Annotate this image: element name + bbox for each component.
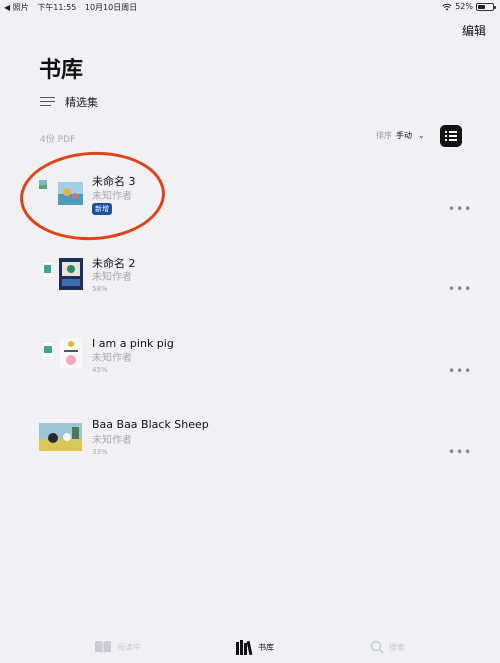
open-book-icon <box>95 640 111 653</box>
reading-progress: 58% <box>92 285 108 293</box>
tab-reading-now[interactable]: 阅读中 <box>94 640 141 654</box>
tab-label: 搜索 <box>389 642 405 652</box>
library-books-icon <box>236 640 253 655</box>
book-cover <box>39 423 82 451</box>
book-title: Baa Baa Black Sheep <box>92 418 209 431</box>
list-view-toggle[interactable] <box>440 125 462 147</box>
page-title: 书库 <box>39 58 84 83</box>
book-cover <box>59 258 83 290</box>
chevron-down-icon: ⌄ <box>418 131 425 140</box>
book-cover <box>60 338 82 368</box>
pdf-count: 4份 PDF <box>40 135 76 145</box>
book-cover-small <box>42 262 53 277</box>
list-lines-icon <box>40 96 55 108</box>
status-time: 下午11:55 <box>37 3 77 12</box>
battery-level <box>478 4 485 9</box>
tab-library[interactable]: 书库 <box>236 640 274 655</box>
battery-icon <box>476 2 496 11</box>
book-cover-small <box>42 342 54 358</box>
tab-bar: 阅读中 书库 搜索 <box>0 636 500 663</box>
tab-label: 阅读中 <box>117 642 141 652</box>
annotation-circle <box>17 148 168 244</box>
edit-button[interactable]: 编辑 <box>462 22 486 39</box>
sort-label: 排序 <box>376 131 392 140</box>
book-row[interactable]: I am a pink pig 未知作者 45% ••• <box>0 334 500 394</box>
book-author: 未知作者 <box>92 435 132 446</box>
battery-percent: 52% <box>455 2 473 11</box>
sort-value: 手动 <box>396 131 412 140</box>
status-bar: ◀ 照片 下午11:55 10月10日周日 52% <box>0 0 500 14</box>
tab-label: 书库 <box>258 643 274 652</box>
book-row[interactable]: 未命名 2 未知作者 58% ••• <box>0 252 500 312</box>
status-date: 10月10日周日 <box>84 3 138 12</box>
reading-progress: 33% <box>92 448 108 456</box>
collections-label: 精选集 <box>65 96 98 109</box>
more-options-button[interactable]: ••• <box>448 282 472 296</box>
back-to-photos-link[interactable]: ◀ 照片 <box>4 3 29 12</box>
book-author: 未知作者 <box>92 272 132 283</box>
tab-search[interactable]: 搜索 <box>370 640 405 654</box>
sort-dropdown[interactable]: 排序 手动 ⌄ <box>376 130 425 141</box>
collections-button[interactable]: 精选集 <box>40 94 98 110</box>
more-options-button[interactable]: ••• <box>448 445 472 459</box>
more-options-button[interactable]: ••• <box>448 202 472 216</box>
search-icon <box>370 640 384 654</box>
wifi-icon <box>442 3 452 10</box>
reading-progress: 45% <box>92 366 108 374</box>
book-row[interactable]: Baa Baa Black Sheep 未知作者 33% ••• <box>0 415 500 475</box>
more-options-button[interactable]: ••• <box>448 364 472 378</box>
book-author: 未知作者 <box>92 353 132 364</box>
